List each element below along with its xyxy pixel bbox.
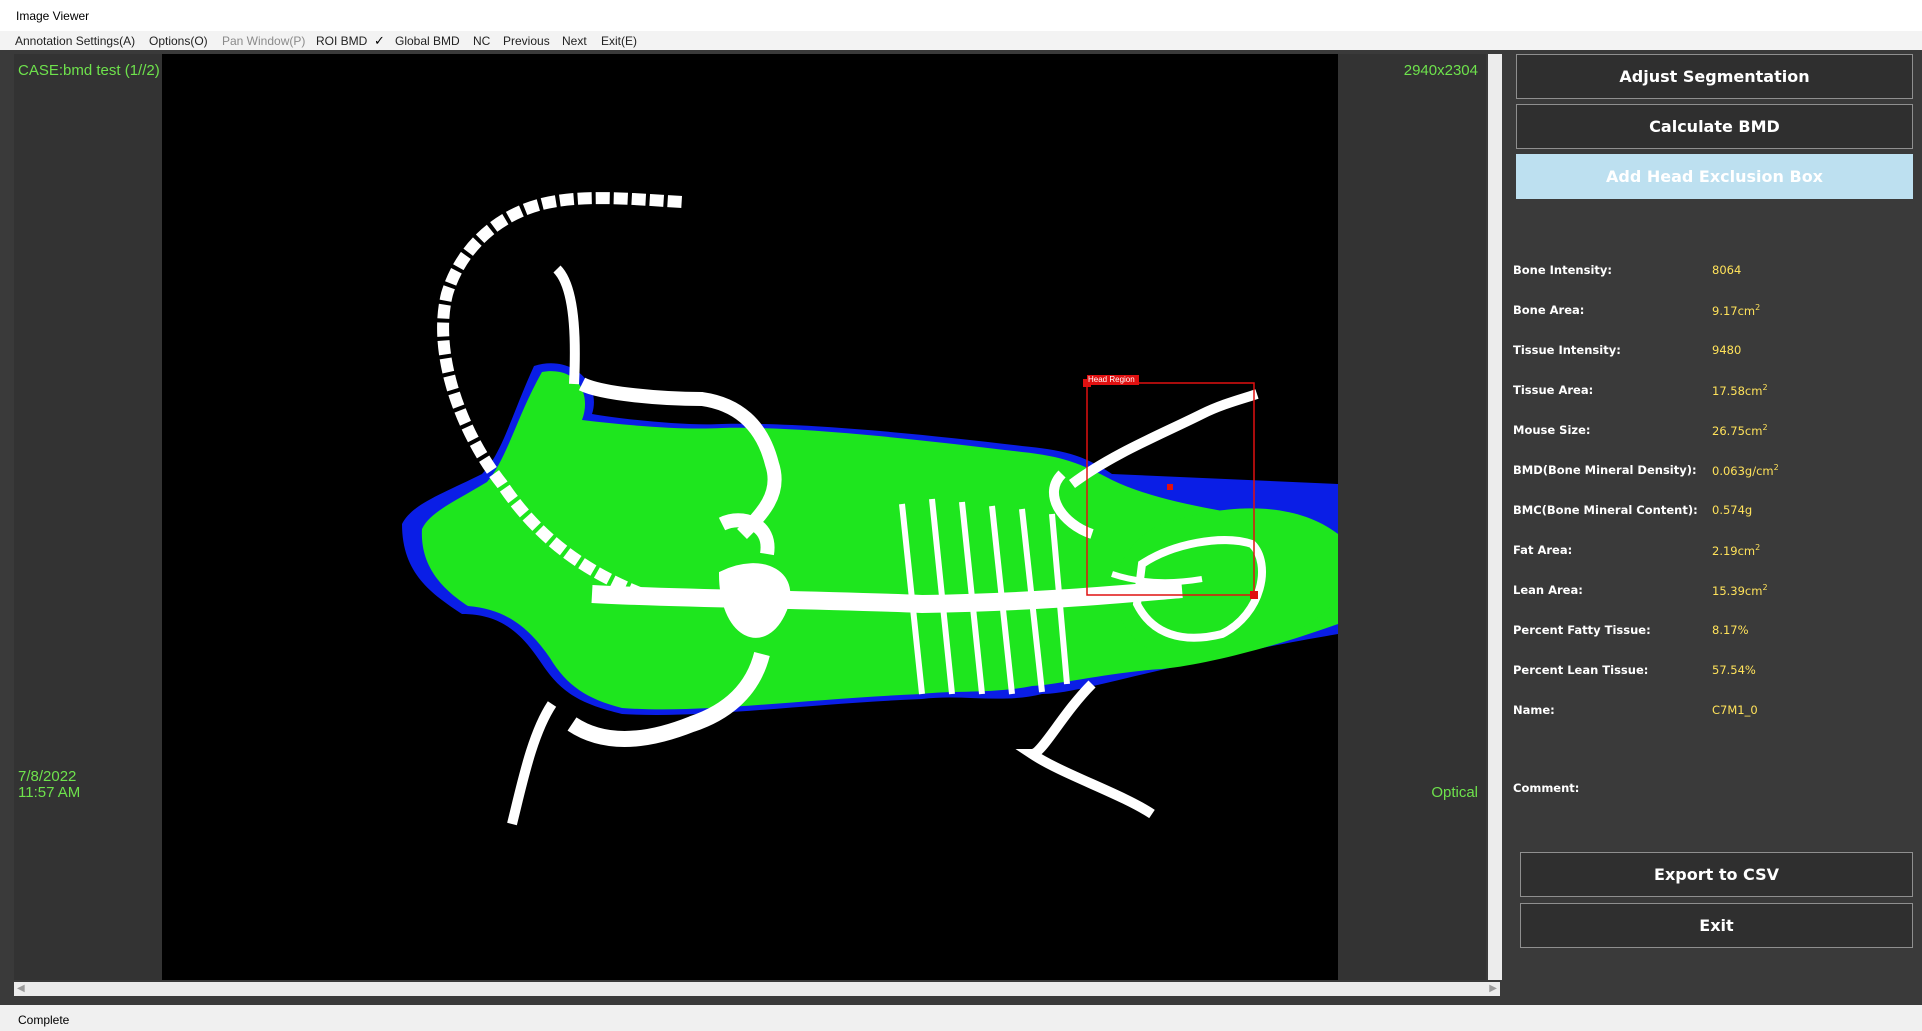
- xray-image[interactable]: Head Region: [162, 54, 1338, 980]
- stat-label: Name:: [1513, 703, 1555, 717]
- results-panel: Adjust Segmentation Calculate BMD Add He…: [1508, 50, 1922, 1005]
- status-text: Complete: [18, 1013, 70, 1027]
- roi-label: Head Region: [1088, 375, 1135, 384]
- exit-label: Exit: [1699, 916, 1734, 935]
- menu-roi-bmd[interactable]: ROI BMD: [316, 34, 367, 48]
- time-label: 11:57 AM: [18, 784, 81, 801]
- menu-pan-window: Pan Window(P): [222, 34, 306, 48]
- adjust-segmentation-button[interactable]: Adjust Segmentation: [1516, 54, 1913, 99]
- stat-label: Fat Area:: [1513, 543, 1573, 557]
- add-head-exclusion-box-label: Add Head Exclusion Box: [1606, 167, 1823, 186]
- stat-label: BMD(Bone Mineral Density):: [1513, 463, 1697, 477]
- vertical-scrollbar[interactable]: [1488, 54, 1502, 980]
- roi-handle-bottom-right: [1250, 591, 1258, 599]
- resolution-label: 2940x2304: [1403, 62, 1478, 79]
- checkmark-icon: ✓: [374, 33, 385, 48]
- date-label: 7/8/2022: [18, 768, 77, 785]
- stat-value: 2.19cm2: [1712, 543, 1761, 558]
- stat-value: 0.574g: [1712, 503, 1753, 517]
- stat-label: Bone Intensity:: [1513, 263, 1612, 277]
- menu-options[interactable]: Options(O): [149, 34, 208, 48]
- stat-value: 8.17%: [1712, 623, 1749, 637]
- stat-label: Tissue Area:: [1513, 383, 1594, 397]
- stat-value: 8064: [1712, 263, 1742, 277]
- calculate-bmd-button[interactable]: Calculate BMD: [1516, 104, 1913, 149]
- adjust-segmentation-label: Adjust Segmentation: [1619, 67, 1810, 86]
- stat-value: C7M1_0: [1712, 703, 1758, 717]
- menu-annotation-settings[interactable]: Annotation Settings(A): [15, 34, 135, 48]
- stat-label: Tissue Intensity:: [1513, 343, 1621, 357]
- image-viewer[interactable]: Head Region CASE:bmd test (1//2) 2940x23…: [14, 54, 1486, 980]
- calculate-bmd-label: Calculate BMD: [1649, 117, 1780, 136]
- window-title: Image Viewer: [16, 9, 90, 23]
- export-csv-button[interactable]: Export to CSV: [1520, 852, 1913, 897]
- horizontal-scrollbar[interactable]: ◀ ▶: [14, 982, 1500, 996]
- main-area: Head Region CASE:bmd test (1//2) 2940x23…: [0, 50, 1922, 1005]
- menu-bar: Annotation Settings(A) Options(O) Pan Wi…: [0, 31, 1922, 50]
- status-bar: Complete: [0, 1005, 1922, 1031]
- case-label: CASE:bmd test (1//2): [18, 62, 160, 79]
- stat-label: Mouse Size:: [1513, 423, 1591, 437]
- menu-previous[interactable]: Previous: [503, 34, 550, 48]
- title-bar: Image Viewer: [0, 0, 1922, 31]
- stat-value: 17.58cm2: [1712, 383, 1768, 398]
- menu-global-bmd[interactable]: Global BMD: [395, 34, 460, 48]
- exit-button[interactable]: Exit: [1520, 903, 1913, 948]
- stat-value: 26.75cm2: [1712, 423, 1768, 438]
- menu-nc[interactable]: NC: [473, 34, 490, 48]
- stat-value: 15.39cm2: [1712, 583, 1768, 598]
- stat-value: 9.17cm2: [1712, 303, 1761, 318]
- stat-label: Lean Area:: [1513, 583, 1583, 597]
- stat-label: Percent Fatty Tissue:: [1513, 623, 1651, 637]
- mode-label: Optical: [1431, 784, 1478, 801]
- menu-next[interactable]: Next: [562, 34, 587, 48]
- stat-label: BMC(Bone Mineral Content):: [1513, 503, 1698, 517]
- export-csv-label: Export to CSV: [1654, 865, 1779, 884]
- stat-value: 0.063g/cm2: [1712, 463, 1779, 478]
- scroll-right-icon[interactable]: ▶: [1489, 982, 1497, 996]
- comment-label: Comment:: [1513, 781, 1580, 795]
- scroll-left-icon[interactable]: ◀: [17, 982, 25, 996]
- add-head-exclusion-box-button: Add Head Exclusion Box: [1516, 154, 1913, 199]
- stat-label: Bone Area:: [1513, 303, 1585, 317]
- menu-exit[interactable]: Exit(E): [601, 34, 637, 48]
- segmentation-overlay: [402, 192, 1338, 826]
- stat-label: Percent Lean Tissue:: [1513, 663, 1649, 677]
- stat-value: 57.54%: [1712, 663, 1756, 677]
- roi-handle-center: [1167, 484, 1173, 490]
- stat-value: 9480: [1712, 343, 1742, 357]
